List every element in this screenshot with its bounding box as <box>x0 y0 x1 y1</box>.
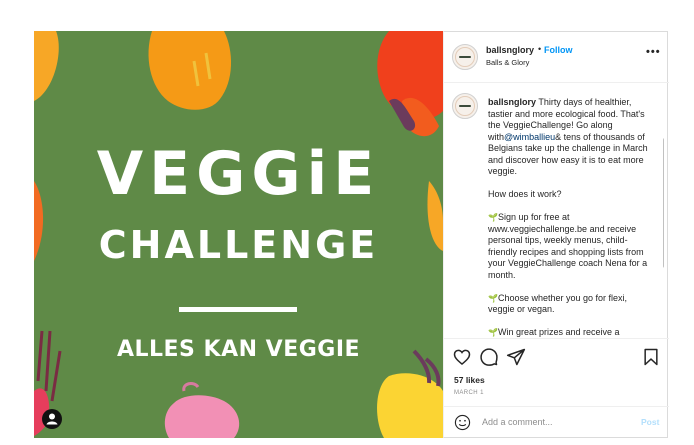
caption-area: ballsnglory Thirty days of healthier, ta… <box>444 82 664 338</box>
header-subname: Balls & Glory <box>486 58 530 67</box>
comment-input[interactable]: Add a comment... <box>482 417 553 427</box>
caption-bullet-text: Sign up for free at www.veggiechallenge.… <box>488 212 648 280</box>
avatar[interactable] <box>452 44 478 70</box>
emoji-icon[interactable] <box>454 414 471 431</box>
bookmark-icon[interactable] <box>641 347 661 367</box>
post-actions: 57 likes MARCH 1 <box>444 338 669 399</box>
caption-question: How does it work? <box>488 189 562 199</box>
heart-icon[interactable] <box>452 347 472 367</box>
caption-bullet: 🌱Choose whether you go for flexi, veggie… <box>488 293 650 316</box>
follow-button[interactable]: Follow <box>544 45 573 55</box>
image-title-challenge: CHALLENGE <box>98 223 379 267</box>
more-horizontal-icon[interactable]: ••• <box>646 46 661 58</box>
caption-username[interactable]: ballsnglory <box>488 97 536 107</box>
caption-bullet-text: Win great prizes and receive a <box>497 327 620 337</box>
sprout-emoji: 🌱 <box>488 293 498 303</box>
caption-text: ballsnglory Thirty days of healthier, ta… <box>488 97 650 338</box>
separator-dot: • <box>538 44 542 54</box>
comment-bar: Add a comment... Post <box>444 406 669 439</box>
sprout-emoji: 🌱 <box>488 328 498 337</box>
likes-count[interactable]: 57 likes <box>454 375 485 385</box>
caption-bullet: 🌱Sign up for free at www.veggiechallenge… <box>488 212 650 281</box>
post-date: MARCH 1 <box>454 390 484 396</box>
image-tagline: ALLES KAN VEGGIE <box>116 337 361 362</box>
post-side-panel: ballsnglory • Follow Balls & Glory ••• b… <box>443 31 669 439</box>
caption-mention[interactable]: @wimballieu <box>504 132 555 142</box>
post-image[interactable]: VEGGiE CHALLENGE ALLES KAN VEGGIE <box>34 31 443 438</box>
caption-scrollbar[interactable] <box>663 138 664 268</box>
share-icon[interactable] <box>506 347 526 367</box>
header-username[interactable]: ballsnglory <box>486 45 534 55</box>
post-header: ballsnglory • Follow Balls & Glory ••• <box>444 32 669 83</box>
user-tag-icon[interactable] <box>42 409 62 429</box>
image-divider <box>179 307 297 312</box>
caption-bullet: 🌱Win great prizes and receive a <box>488 327 650 338</box>
comment-icon[interactable] <box>479 347 499 367</box>
page-margin <box>0 0 34 445</box>
caption-bullet-text: Choose whether you go for flexi, veggie … <box>488 292 628 315</box>
caption-avatar[interactable] <box>452 93 478 119</box>
post-comment-button[interactable]: Post <box>641 417 659 427</box>
sprout-emoji: 🌱 <box>488 213 498 222</box>
image-title-veggie: VEGGiE <box>96 139 381 209</box>
